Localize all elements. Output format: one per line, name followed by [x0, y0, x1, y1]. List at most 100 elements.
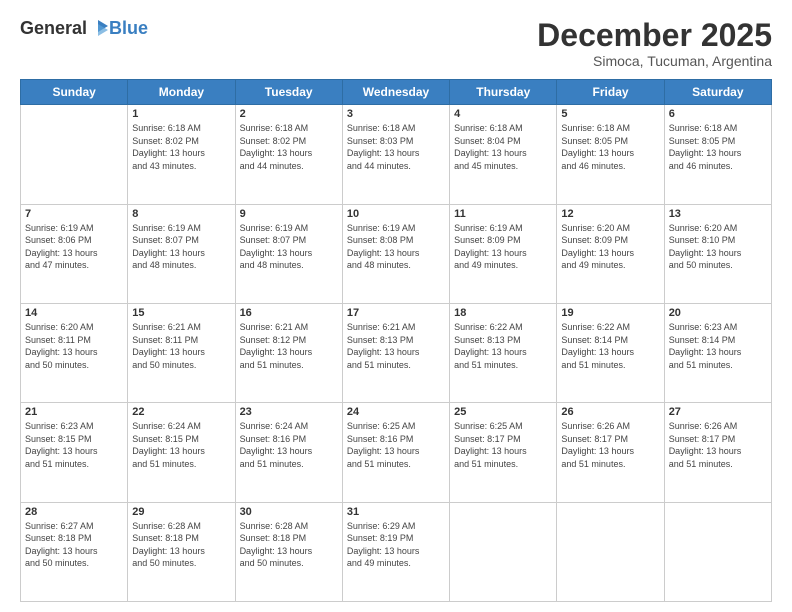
day-info: Sunrise: 6:20 AM Sunset: 8:11 PM Dayligh… [25, 321, 123, 371]
day-info: Sunrise: 6:28 AM Sunset: 8:18 PM Dayligh… [240, 520, 338, 570]
calendar-cell: 22 Sunrise: 6:24 AM Sunset: 8:15 PM Dayli… [128, 403, 235, 502]
header-tuesday: Tuesday [235, 80, 342, 105]
header: General Blue December 2025 Simoca, Tucum… [20, 18, 772, 69]
day-info: Sunrise: 6:26 AM Sunset: 8:17 PM Dayligh… [669, 420, 767, 470]
calendar-cell: 20Sunrise: 6:23 AM Sunset: 8:14 PM Dayli… [664, 303, 771, 402]
day-number: 4 [454, 108, 552, 120]
calendar-cell: 25 Sunrise: 6:25 AM Sunset: 8:17 PM Dayli… [450, 403, 557, 502]
day-number: 7 [25, 208, 123, 220]
calendar-cell: 21Sunrise: 6:23 AM Sunset: 8:15 PM Dayli… [21, 403, 128, 502]
day-info: Sunrise: 6:18 AM Sunset: 8:04 PM Dayligh… [454, 122, 552, 172]
day-number: 16 [240, 307, 338, 319]
logo-flag-icon [88, 20, 108, 38]
logo: General Blue [20, 18, 148, 39]
calendar-cell: 11 Sunrise: 6:19 AM Sunset: 8:09 PM Dayli… [450, 204, 557, 303]
day-info: Sunrise: 6:24 AM Sunset: 8:16 PM Dayligh… [240, 420, 338, 470]
calendar-week-row-4: 28 Sunrise: 6:27 AM Sunset: 8:18 PM Dayli… [21, 502, 772, 601]
calendar-cell: 26Sunrise: 6:26 AM Sunset: 8:17 PM Dayli… [557, 403, 664, 502]
day-number: 26 [561, 406, 659, 418]
month-title: December 2025 [537, 18, 772, 53]
day-info: Sunrise: 6:19 AM Sunset: 8:09 PM Dayligh… [454, 222, 552, 272]
calendar-cell: 1 Sunrise: 6:18 AM Sunset: 8:02 PM Daylig… [128, 105, 235, 204]
day-info: Sunrise: 6:27 AM Sunset: 8:18 PM Dayligh… [25, 520, 123, 570]
logo-blue: Blue [109, 18, 148, 39]
calendar-cell [21, 105, 128, 204]
logo-general: General [20, 18, 87, 39]
header-sunday: Sunday [21, 80, 128, 105]
day-info: Sunrise: 6:22 AM Sunset: 8:13 PM Dayligh… [454, 321, 552, 371]
calendar-cell: 9Sunrise: 6:19 AM Sunset: 8:07 PM Daylig… [235, 204, 342, 303]
header-thursday: Thursday [450, 80, 557, 105]
day-info: Sunrise: 6:18 AM Sunset: 8:05 PM Dayligh… [561, 122, 659, 172]
day-info: Sunrise: 6:21 AM Sunset: 8:13 PM Dayligh… [347, 321, 445, 371]
day-number: 6 [669, 108, 767, 120]
day-info: Sunrise: 6:21 AM Sunset: 8:12 PM Dayligh… [240, 321, 338, 371]
page: General Blue December 2025 Simoca, Tucum… [0, 0, 792, 612]
calendar-week-row-1: 7 Sunrise: 6:19 AM Sunset: 8:06 PM Daylig… [21, 204, 772, 303]
header-friday: Friday [557, 80, 664, 105]
day-info: Sunrise: 6:28 AM Sunset: 8:18 PM Dayligh… [132, 520, 230, 570]
calendar-cell: 3Sunrise: 6:18 AM Sunset: 8:03 PM Daylig… [342, 105, 449, 204]
logo-text: General Blue [20, 18, 148, 39]
day-number: 24 [347, 406, 445, 418]
calendar-cell: 23Sunrise: 6:24 AM Sunset: 8:16 PM Dayli… [235, 403, 342, 502]
day-info: Sunrise: 6:25 AM Sunset: 8:16 PM Dayligh… [347, 420, 445, 470]
day-info: Sunrise: 6:24 AM Sunset: 8:15 PM Dayligh… [132, 420, 230, 470]
calendar-cell: 10 Sunrise: 6:19 AM Sunset: 8:08 PM Dayli… [342, 204, 449, 303]
day-info: Sunrise: 6:18 AM Sunset: 8:02 PM Dayligh… [240, 122, 338, 172]
day-info: Sunrise: 6:18 AM Sunset: 8:02 PM Dayligh… [132, 122, 230, 172]
day-number: 18 [454, 307, 552, 319]
day-number: 29 [132, 506, 230, 518]
day-info: Sunrise: 6:29 AM Sunset: 8:19 PM Dayligh… [347, 520, 445, 570]
calendar-cell: 29 Sunrise: 6:28 AM Sunset: 8:18 PM Dayli… [128, 502, 235, 601]
day-info: Sunrise: 6:19 AM Sunset: 8:08 PM Dayligh… [347, 222, 445, 272]
day-info: Sunrise: 6:19 AM Sunset: 8:07 PM Dayligh… [132, 222, 230, 272]
calendar-cell: 19Sunrise: 6:22 AM Sunset: 8:14 PM Dayli… [557, 303, 664, 402]
day-number: 1 [132, 108, 230, 120]
calendar-cell: 28 Sunrise: 6:27 AM Sunset: 8:18 PM Dayli… [21, 502, 128, 601]
calendar-cell: 4 Sunrise: 6:18 AM Sunset: 8:04 PM Daylig… [450, 105, 557, 204]
day-number: 5 [561, 108, 659, 120]
subtitle: Simoca, Tucuman, Argentina [537, 53, 772, 69]
calendar-week-row-2: 14 Sunrise: 6:20 AM Sunset: 8:11 PM Dayli… [21, 303, 772, 402]
calendar-cell: 7 Sunrise: 6:19 AM Sunset: 8:06 PM Daylig… [21, 204, 128, 303]
calendar-cell: 27 Sunrise: 6:26 AM Sunset: 8:17 PM Dayli… [664, 403, 771, 502]
calendar-cell [664, 502, 771, 601]
calendar-cell: 6 Sunrise: 6:18 AM Sunset: 8:05 PM Daylig… [664, 105, 771, 204]
calendar-cell: 15 Sunrise: 6:21 AM Sunset: 8:11 PM Dayli… [128, 303, 235, 402]
calendar-week-row-3: 21Sunrise: 6:23 AM Sunset: 8:15 PM Dayli… [21, 403, 772, 502]
day-info: Sunrise: 6:22 AM Sunset: 8:14 PM Dayligh… [561, 321, 659, 371]
day-number: 10 [347, 208, 445, 220]
day-number: 22 [132, 406, 230, 418]
day-number: 12 [561, 208, 659, 220]
calendar-cell: 5 Sunrise: 6:18 AM Sunset: 8:05 PM Daylig… [557, 105, 664, 204]
calendar-cell: 14 Sunrise: 6:20 AM Sunset: 8:11 PM Dayli… [21, 303, 128, 402]
calendar-cell [557, 502, 664, 601]
day-number: 11 [454, 208, 552, 220]
header-monday: Monday [128, 80, 235, 105]
calendar-cell: 17 Sunrise: 6:21 AM Sunset: 8:13 PM Dayli… [342, 303, 449, 402]
calendar-cell: 2 Sunrise: 6:18 AM Sunset: 8:02 PM Daylig… [235, 105, 342, 204]
calendar-cell: 16 Sunrise: 6:21 AM Sunset: 8:12 PM Dayli… [235, 303, 342, 402]
day-info: Sunrise: 6:18 AM Sunset: 8:05 PM Dayligh… [669, 122, 767, 172]
calendar-cell: 24 Sunrise: 6:25 AM Sunset: 8:16 PM Dayli… [342, 403, 449, 502]
day-number: 13 [669, 208, 767, 220]
day-info: Sunrise: 6:21 AM Sunset: 8:11 PM Dayligh… [132, 321, 230, 371]
day-info: Sunrise: 6:19 AM Sunset: 8:06 PM Dayligh… [25, 222, 123, 272]
day-number: 25 [454, 406, 552, 418]
day-number: 20 [669, 307, 767, 319]
day-number: 9 [240, 208, 338, 220]
title-block: December 2025 Simoca, Tucuman, Argentina [537, 18, 772, 69]
day-number: 15 [132, 307, 230, 319]
calendar-cell: 30Sunrise: 6:28 AM Sunset: 8:18 PM Dayli… [235, 502, 342, 601]
calendar-table: Sunday Monday Tuesday Wednesday Thursday… [20, 79, 772, 602]
day-number: 2 [240, 108, 338, 120]
day-number: 8 [132, 208, 230, 220]
day-info: Sunrise: 6:25 AM Sunset: 8:17 PM Dayligh… [454, 420, 552, 470]
day-number: 17 [347, 307, 445, 319]
calendar-cell: 8 Sunrise: 6:19 AM Sunset: 8:07 PM Daylig… [128, 204, 235, 303]
calendar-header-row: Sunday Monday Tuesday Wednesday Thursday… [21, 80, 772, 105]
day-number: 28 [25, 506, 123, 518]
day-number: 27 [669, 406, 767, 418]
day-number: 14 [25, 307, 123, 319]
